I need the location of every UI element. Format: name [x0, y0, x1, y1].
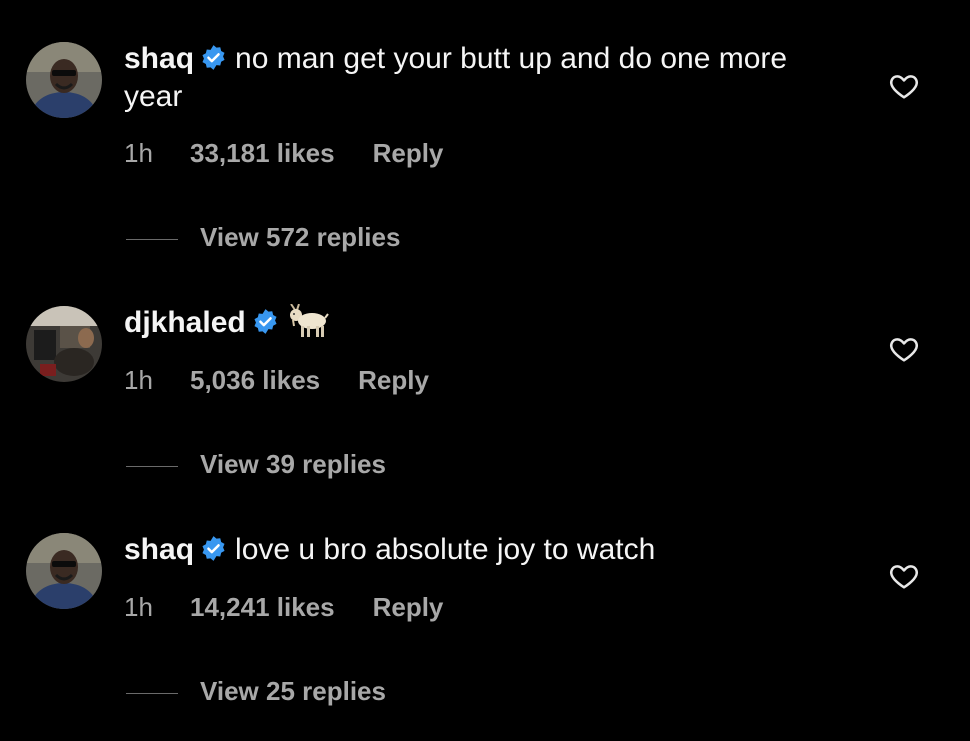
like-heart-icon[interactable] [888, 333, 920, 365]
username[interactable]: shaq [124, 42, 194, 75]
comment-time: 1h [124, 138, 153, 168]
view-replies-button[interactable]: View 39 replies [126, 449, 386, 479]
username[interactable]: shaq [124, 533, 194, 566]
comment-text: shaq no man get your butt up and do one m… [124, 40, 824, 116]
comment-meta: 1h 14,241 likes Reply [124, 592, 443, 622]
view-replies-label: View 39 replies [200, 449, 386, 479]
djkhaled-avatar-icon [26, 306, 102, 382]
comment-time: 1h [124, 592, 153, 622]
comment-text: djkhaled [124, 304, 824, 342]
view-replies-button[interactable]: View 572 replies [126, 222, 400, 252]
view-replies-label: View 572 replies [200, 222, 401, 252]
likes-count[interactable]: 14,241 likes [190, 592, 335, 622]
comment-time: 1h [124, 365, 153, 395]
avatar[interactable] [26, 42, 102, 118]
like-heart-icon[interactable] [888, 70, 920, 102]
reply-button[interactable]: Reply [373, 138, 444, 168]
like-heart-icon[interactable] [888, 560, 920, 592]
comment-meta: 1h 33,181 likes Reply [124, 138, 443, 168]
view-replies-label: View 25 replies [200, 676, 386, 706]
replies-divider [126, 238, 178, 240]
comment-meta: 1h 5,036 likes Reply [124, 365, 429, 395]
comment-text: shaq love u bro absolute joy to watch [124, 531, 824, 569]
likes-count[interactable]: 33,181 likes [190, 138, 335, 168]
verified-badge-icon [200, 44, 227, 71]
replies-divider [126, 465, 178, 467]
reply-button[interactable]: Reply [373, 592, 444, 622]
reply-button[interactable]: Reply [358, 365, 429, 395]
likes-count[interactable]: 5,036 likes [190, 365, 320, 395]
username[interactable]: djkhaled [124, 306, 246, 339]
view-replies-button[interactable]: View 25 replies [126, 676, 386, 706]
comment-body: love u bro absolute joy to watch [235, 533, 656, 566]
shaq-avatar-icon [26, 533, 102, 609]
replies-divider [126, 692, 178, 694]
goat-emoji-icon [287, 304, 329, 338]
avatar[interactable] [26, 533, 102, 609]
verified-badge-icon [200, 535, 227, 562]
verified-badge-icon [252, 308, 279, 335]
avatar[interactable] [26, 306, 102, 382]
shaq-avatar-icon [26, 42, 102, 118]
